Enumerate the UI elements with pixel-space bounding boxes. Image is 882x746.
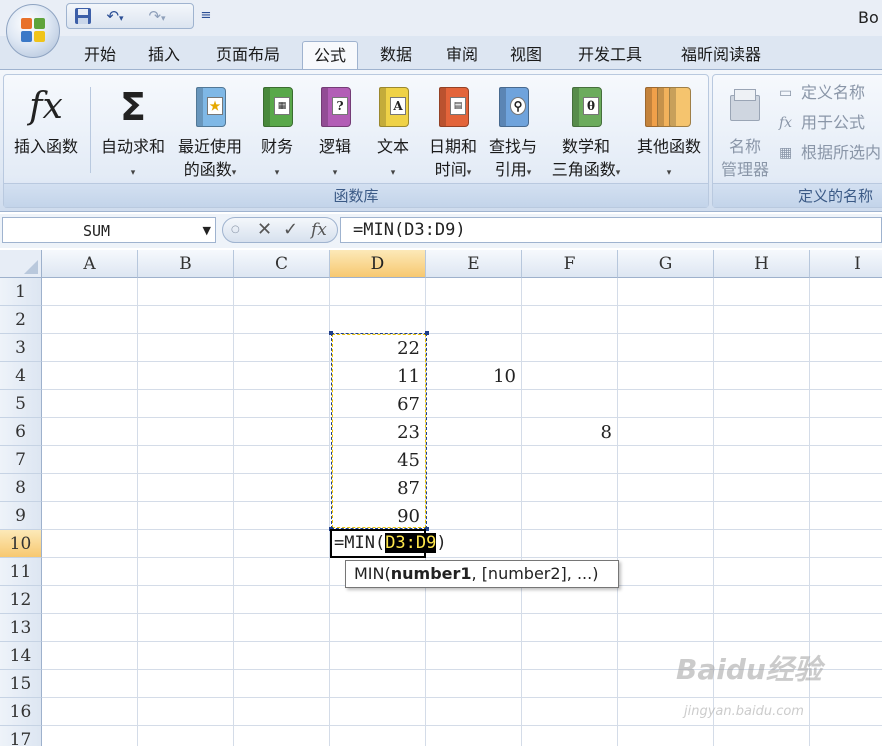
cancel-icon[interactable]: ✕ bbox=[257, 220, 272, 240]
chevron-down-icon[interactable]: ▼ bbox=[203, 224, 211, 237]
redo-icon[interactable]: ↷▾ bbox=[143, 7, 171, 26]
enter-icon[interactable]: ✓ bbox=[283, 220, 298, 240]
row-header-2[interactable]: 2 bbox=[0, 306, 42, 334]
logical-book-icon: ? bbox=[318, 85, 352, 129]
row-header-10[interactable]: 10 bbox=[0, 530, 42, 558]
tab-home[interactable]: 开始 bbox=[72, 41, 128, 70]
row-header-1[interactable]: 1 bbox=[0, 278, 42, 306]
office-logo-icon bbox=[21, 18, 47, 44]
define-name-icon: ▭ bbox=[779, 85, 793, 101]
save-icon[interactable] bbox=[73, 7, 93, 26]
row-header-13[interactable]: 13 bbox=[0, 614, 42, 642]
calendar-book-icon: ▤ bbox=[436, 85, 470, 129]
name-box[interactable]: SUM ▼ bbox=[2, 217, 216, 243]
tab-view[interactable]: 视图 bbox=[498, 41, 554, 70]
row-header-12[interactable]: 12 bbox=[0, 586, 42, 614]
formula-buttons: ○ ✕ ✓ fx bbox=[222, 217, 338, 243]
tab-data[interactable]: 数据 bbox=[368, 41, 424, 70]
row-header-3[interactable]: 3 bbox=[0, 334, 42, 362]
more-functions-button[interactable]: 其他函数 ▾ bbox=[632, 79, 706, 183]
column-header-c[interactable]: C bbox=[234, 250, 330, 278]
row-header-11[interactable]: 11 bbox=[0, 558, 42, 586]
cell-f6[interactable]: 8 bbox=[522, 418, 616, 446]
range-reference: D3:D9 bbox=[385, 533, 437, 553]
column-header-i[interactable]: I bbox=[810, 250, 882, 278]
define-name-button[interactable]: ▭ 定义名称 bbox=[779, 81, 865, 105]
column-header-e[interactable]: E bbox=[426, 250, 522, 278]
ribbon-tabs: 开始 插入 页面布局 公式 数据 审阅 视图 开发工具 福昕阅读器 bbox=[0, 36, 882, 70]
title-bar: ↶▾ ↷▾ ≡ Bo bbox=[0, 0, 882, 36]
defined-names-group: 名称 管理器 ▭ 定义名称 fx 用于公式 ▦ 根据所选内 定义的名称 bbox=[712, 74, 882, 208]
books-stack-icon bbox=[645, 85, 693, 129]
row-header-17[interactable]: 17 bbox=[0, 726, 42, 746]
row-header-7[interactable]: 7 bbox=[0, 446, 42, 474]
row-header-5[interactable]: 5 bbox=[0, 390, 42, 418]
tab-formulas[interactable]: 公式 bbox=[302, 41, 358, 70]
financial-button[interactable]: ▦ 财务 ▾ bbox=[250, 79, 304, 183]
editing-cell[interactable]: =MIN(D3:D9) bbox=[330, 529, 447, 558]
cell-e4[interactable]: 10 bbox=[426, 362, 520, 390]
autosum-button[interactable]: Σ 自动求和 ▾ bbox=[96, 79, 170, 183]
customize-icon[interactable]: ≡ bbox=[200, 6, 212, 25]
tab-foxit-reader[interactable]: 福昕阅读器 bbox=[666, 41, 776, 70]
insert-function-button[interactable]: fx 插入函数 bbox=[8, 79, 84, 183]
column-header-b[interactable]: B bbox=[138, 250, 234, 278]
row-header-14[interactable]: 14 bbox=[0, 642, 42, 670]
window-title: Bo bbox=[858, 8, 879, 27]
select-all-button[interactable] bbox=[0, 250, 42, 278]
create-from-selection-button[interactable]: ▦ 根据所选内 bbox=[779, 141, 881, 165]
theta-book-icon: θ bbox=[569, 85, 603, 129]
formula-input[interactable]: =MIN(D3:D9) bbox=[340, 217, 882, 243]
tab-review[interactable]: 审阅 bbox=[434, 41, 490, 70]
grid-small-icon: ▦ bbox=[779, 145, 793, 161]
math-trig-button[interactable]: θ 数学和 三角函数▾ bbox=[544, 79, 628, 183]
column-header-g[interactable]: G bbox=[618, 250, 714, 278]
logical-button[interactable]: ? 逻辑 ▾ bbox=[308, 79, 362, 183]
text-button[interactable]: A 文本 ▾ bbox=[366, 79, 420, 183]
magnifier-book-icon: ⚲ bbox=[496, 85, 530, 129]
fx-icon[interactable]: fx bbox=[311, 220, 327, 240]
function-library-group: fx 插入函数 Σ 自动求和 ▾ ★ 最近使用 的函数▾ ▦ 财务 ▾ ? 逻辑 ▾ A… bbox=[3, 74, 709, 208]
text-book-icon: A bbox=[376, 85, 410, 129]
fx-small-icon: fx bbox=[779, 115, 793, 131]
name-manager-icon bbox=[728, 85, 762, 129]
tab-developer[interactable]: 开发工具 bbox=[564, 41, 656, 70]
row-header-8[interactable]: 8 bbox=[0, 474, 42, 502]
fx-icon: fx bbox=[29, 86, 63, 127]
name-manager-button[interactable]: 名称 管理器 bbox=[717, 79, 773, 183]
sigma-icon: Σ bbox=[120, 85, 146, 129]
financial-book-icon: ▦ bbox=[260, 85, 294, 129]
column-header-f[interactable]: F bbox=[522, 250, 618, 278]
function-library-label: 函数库 bbox=[4, 183, 708, 207]
star-book-icon: ★ bbox=[193, 85, 227, 129]
reference-marquee bbox=[329, 331, 429, 531]
row-header-15[interactable]: 15 bbox=[0, 670, 42, 698]
defined-names-label: 定义的名称 bbox=[713, 183, 882, 207]
worksheet-grid[interactable]: ABCDEFGHI 1 2 3 4 5 6 7 8 9 10 11 12 13 14 15 16 17 22 11… bbox=[0, 250, 882, 746]
recently-used-button[interactable]: ★ 最近使用 的函数▾ bbox=[174, 79, 246, 183]
formula-bar: SUM ▼ ○ ✕ ✓ fx =MIN(D3:D9) bbox=[0, 214, 882, 248]
tab-page-layout[interactable]: 页面布局 bbox=[202, 41, 294, 70]
quick-access-toolbar: ↶▾ ↷▾ bbox=[66, 3, 194, 29]
column-header-d[interactable]: D bbox=[330, 250, 426, 278]
lookup-reference-button[interactable]: ⚲ 查找与 引用▾ bbox=[484, 79, 542, 183]
row-header-9[interactable]: 9 bbox=[0, 502, 42, 530]
office-button[interactable] bbox=[6, 4, 60, 58]
tab-insert[interactable]: 插入 bbox=[136, 41, 192, 70]
function-tooltip[interactable]: MIN(number1, [number2], ...) bbox=[345, 560, 619, 588]
use-in-formula-button[interactable]: fx 用于公式 bbox=[779, 111, 865, 135]
column-header-a[interactable]: A bbox=[42, 250, 138, 278]
row-header-4[interactable]: 4 bbox=[0, 362, 42, 390]
column-header-h[interactable]: H bbox=[714, 250, 810, 278]
date-time-button[interactable]: ▤ 日期和 时间▾ bbox=[424, 79, 482, 183]
undo-icon[interactable]: ↶▾ bbox=[101, 7, 129, 26]
row-header-16[interactable]: 16 bbox=[0, 698, 42, 726]
row-header-6[interactable]: 6 bbox=[0, 418, 42, 446]
ribbon: fx 插入函数 Σ 自动求和 ▾ ★ 最近使用 的函数▾ ▦ 财务 ▾ ? 逻辑 ▾ A… bbox=[0, 69, 882, 212]
resize-dots-icon: ○ bbox=[231, 224, 240, 235]
